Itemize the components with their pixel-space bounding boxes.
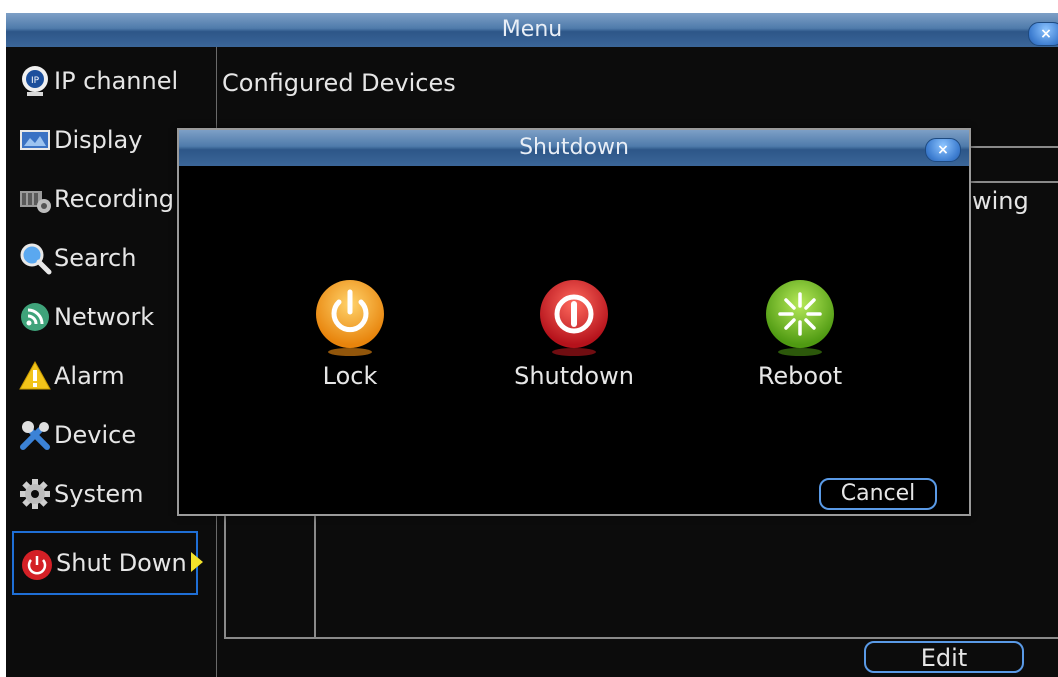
frame-divider — [224, 637, 1058, 639]
edit-button[interactable]: Edit — [864, 641, 1024, 673]
alarm-warning-icon — [18, 357, 52, 391]
frame-divider — [314, 503, 316, 639]
shutdown-label: Shutdown — [514, 362, 634, 390]
dialog-titlebar: Shutdown — [179, 130, 969, 166]
network-icon — [18, 298, 52, 332]
frame-divider — [969, 181, 1058, 183]
lock-power-icon — [316, 280, 384, 356]
frame-divider — [969, 146, 1058, 148]
page-title: Configured Devices — [222, 69, 456, 97]
sidebar-item-alarm[interactable]: Alarm — [12, 348, 198, 404]
sidebar-item-label: IP channel — [54, 67, 179, 95]
reboot-option[interactable]: Reboot — [725, 278, 875, 390]
window-titlebar: Menu — [6, 13, 1058, 47]
power-icon — [20, 544, 54, 580]
sidebar-item-label: Display — [54, 126, 143, 154]
lock-label: Lock — [322, 362, 378, 390]
search-icon — [18, 239, 52, 275]
window-title: Menu — [501, 17, 563, 42]
sidebar-item-search[interactable]: Search — [12, 230, 198, 286]
partially-hidden-text: wing — [972, 187, 1029, 215]
shutdown-option[interactable]: Shutdown — [499, 278, 649, 390]
sidebar-item-label: Shut Down — [56, 549, 187, 577]
shutdown-power-icon — [540, 280, 608, 356]
frame-divider — [224, 503, 226, 639]
reboot-icon — [766, 280, 834, 356]
dialog-title: Shutdown — [519, 135, 629, 160]
device-tools-icon — [18, 416, 52, 450]
sidebar-item-display[interactable]: Display — [12, 112, 198, 168]
lock-option[interactable]: Lock — [275, 278, 425, 390]
sidebar-item-label: Device — [54, 421, 137, 449]
reboot-label: Reboot — [757, 362, 843, 390]
system-gear-icon — [18, 475, 52, 509]
sidebar-item-device[interactable]: Device — [12, 407, 198, 463]
sidebar-item-label: Network — [54, 303, 155, 331]
sidebar-item-ip-channel[interactable]: IP IP channel — [12, 53, 198, 109]
selected-arrow-icon — [190, 552, 203, 572]
window-close-button[interactable]: × — [1028, 22, 1058, 46]
sidebar-item-label: Search — [54, 244, 137, 272]
sidebar-item-label: Recording — [54, 185, 175, 213]
sidebar-item-system[interactable]: System — [12, 466, 198, 522]
recording-icon — [18, 180, 52, 214]
svg-text:IP: IP — [31, 76, 40, 86]
cancel-button[interactable]: Cancel — [819, 478, 937, 510]
ip-camera-icon: IP — [18, 62, 52, 96]
dialog-close-button[interactable]: × — [925, 138, 961, 162]
shutdown-dialog: Shutdown × Lock Shutdown Reboot Cancel — [177, 128, 971, 516]
sidebar-item-recording[interactable]: Recording — [12, 171, 198, 227]
sidebar-item-label: Alarm — [54, 362, 125, 390]
sidebar-item-shut-down[interactable]: Shut Down — [12, 531, 203, 595]
sidebar-item-label: System — [54, 480, 144, 508]
display-icon — [18, 121, 52, 155]
sidebar-item-network[interactable]: Network — [12, 289, 198, 345]
